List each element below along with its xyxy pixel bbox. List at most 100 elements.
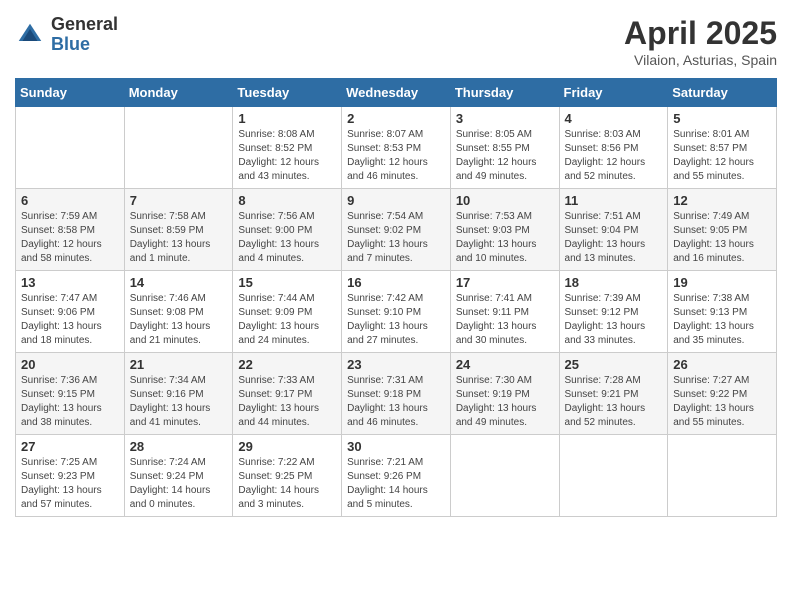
logo: General Blue — [15, 15, 118, 55]
calendar-cell: 28 Sunrise: 7:24 AMSunset: 9:24 PMDayligh… — [124, 435, 233, 517]
calendar-cell: 12 Sunrise: 7:49 AMSunset: 9:05 PMDayligh… — [668, 189, 777, 271]
day-number: 7 — [130, 193, 228, 208]
calendar-cell — [124, 107, 233, 189]
day-detail: Sunrise: 7:58 AMSunset: 8:59 PMDaylight:… — [130, 210, 228, 266]
calendar-cell: 24 Sunrise: 7:30 AMSunset: 9:19 PMDayligh… — [450, 353, 559, 435]
calendar-cell: 17 Sunrise: 7:41 AMSunset: 9:11 PMDayligh… — [450, 271, 559, 353]
day-number: 27 — [21, 439, 119, 454]
title-area: April 2025 Vilaion, Asturias, Spain — [624, 15, 777, 68]
header-sunday: Sunday — [16, 79, 125, 107]
day-detail: Sunrise: 7:24 AMSunset: 9:24 PMDaylight:… — [130, 456, 228, 512]
day-detail: Sunrise: 8:07 AMSunset: 8:53 PMDaylight:… — [347, 128, 445, 184]
day-detail: Sunrise: 8:08 AMSunset: 8:52 PMDaylight:… — [238, 128, 336, 184]
calendar-cell: 16Sunrise: 7:42 AMSunset: 9:10 PMDayligh… — [342, 271, 451, 353]
header-wednesday: Wednesday — [342, 79, 451, 107]
day-detail: Sunrise: 7:42 AMSunset: 9:10 PMDaylight:… — [347, 292, 445, 348]
day-number: 24 — [456, 357, 554, 372]
day-number: 5 — [673, 111, 771, 126]
calendar-cell: 4 Sunrise: 8:03 AMSunset: 8:56 PMDaylight… — [559, 107, 668, 189]
day-number: 11 — [565, 193, 663, 208]
calendar-cell: 5 Sunrise: 8:01 AMSunset: 8:57 PMDaylight… — [668, 107, 777, 189]
day-detail: Sunrise: 7:33 AMSunset: 9:17 PMDaylight:… — [238, 374, 336, 430]
logo-blue: Blue — [51, 35, 118, 55]
day-number: 25 — [565, 357, 663, 372]
calendar-cell: 19Sunrise: 7:38 AMSunset: 9:13 PMDayligh… — [668, 271, 777, 353]
day-number: 19 — [673, 275, 771, 290]
day-number: 26 — [673, 357, 771, 372]
calendar-cell: 29 Sunrise: 7:22 AMSunset: 9:25 PMDayligh… — [233, 435, 342, 517]
day-number: 28 — [130, 439, 228, 454]
day-detail: Sunrise: 7:28 AMSunset: 9:21 PMDaylight:… — [565, 374, 663, 430]
logo-general: General — [51, 15, 118, 35]
day-detail: Sunrise: 7:49 AMSunset: 9:05 PMDaylight:… — [673, 210, 771, 266]
day-detail: Sunrise: 7:22 AMSunset: 9:25 PMDaylight:… — [238, 456, 336, 512]
day-number: 18 — [565, 275, 663, 290]
calendar-week-row: 6 Sunrise: 7:59 AMSunset: 8:58 PMDaylight… — [16, 189, 777, 271]
day-number: 10 — [456, 193, 554, 208]
day-detail: Sunrise: 7:59 AMSunset: 8:58 PMDaylight:… — [21, 210, 119, 266]
day-detail: Sunrise: 7:36 AMSunset: 9:15 PMDaylight:… — [21, 374, 119, 430]
calendar-week-row: 13Sunrise: 7:47 AMSunset: 9:06 PMDayligh… — [16, 271, 777, 353]
day-number: 22 — [238, 357, 336, 372]
day-number: 1 — [238, 111, 336, 126]
calendar-cell: 22 Sunrise: 7:33 AMSunset: 9:17 PMDayligh… — [233, 353, 342, 435]
calendar-cell — [668, 435, 777, 517]
day-detail: Sunrise: 7:46 AMSunset: 9:08 PMDaylight:… — [130, 292, 228, 348]
day-detail: Sunrise: 7:39 AMSunset: 9:12 PMDaylight:… — [565, 292, 663, 348]
day-detail: Sunrise: 7:44 AMSunset: 9:09 PMDaylight:… — [238, 292, 336, 348]
day-number: 2 — [347, 111, 445, 126]
calendar-cell: 11 Sunrise: 7:51 AMSunset: 9:04 PMDayligh… — [559, 189, 668, 271]
day-number: 4 — [565, 111, 663, 126]
day-number: 6 — [21, 193, 119, 208]
calendar-week-row: 1 Sunrise: 8:08 AMSunset: 8:52 PMDaylight… — [16, 107, 777, 189]
day-number: 14 — [130, 275, 228, 290]
calendar-cell: 15 Sunrise: 7:44 AMSunset: 9:09 PMDayligh… — [233, 271, 342, 353]
calendar-cell: 25 Sunrise: 7:28 AMSunset: 9:21 PMDayligh… — [559, 353, 668, 435]
day-detail: Sunrise: 7:30 AMSunset: 9:19 PMDaylight:… — [456, 374, 554, 430]
day-number: 21 — [130, 357, 228, 372]
day-detail: Sunrise: 7:56 AMSunset: 9:00 PMDaylight:… — [238, 210, 336, 266]
day-detail: Sunrise: 8:05 AMSunset: 8:55 PMDaylight:… — [456, 128, 554, 184]
header-thursday: Thursday — [450, 79, 559, 107]
day-detail: Sunrise: 7:41 AMSunset: 9:11 PMDaylight:… — [456, 292, 554, 348]
calendar-cell: 14 Sunrise: 7:46 AMSunset: 9:08 PMDayligh… — [124, 271, 233, 353]
logo-text: General Blue — [51, 15, 118, 55]
calendar-cell: 27 Sunrise: 7:25 AMSunset: 9:23 PMDayligh… — [16, 435, 125, 517]
day-number: 9 — [347, 193, 445, 208]
calendar-week-row: 20 Sunrise: 7:36 AMSunset: 9:15 PMDayligh… — [16, 353, 777, 435]
calendar-cell: 8 Sunrise: 7:56 AMSunset: 9:00 PMDaylight… — [233, 189, 342, 271]
logo-icon — [15, 20, 45, 50]
day-detail: Sunrise: 8:01 AMSunset: 8:57 PMDaylight:… — [673, 128, 771, 184]
calendar-week-row: 27 Sunrise: 7:25 AMSunset: 9:23 PMDayligh… — [16, 435, 777, 517]
calendar-cell: 30Sunrise: 7:21 AMSunset: 9:26 PMDayligh… — [342, 435, 451, 517]
day-detail: Sunrise: 8:03 AMSunset: 8:56 PMDaylight:… — [565, 128, 663, 184]
calendar-cell: 21Sunrise: 7:34 AMSunset: 9:16 PMDayligh… — [124, 353, 233, 435]
day-number: 13 — [21, 275, 119, 290]
day-number: 15 — [238, 275, 336, 290]
day-detail: Sunrise: 7:51 AMSunset: 9:04 PMDaylight:… — [565, 210, 663, 266]
calendar-cell: 6 Sunrise: 7:59 AMSunset: 8:58 PMDaylight… — [16, 189, 125, 271]
day-number: 29 — [238, 439, 336, 454]
calendar-cell: 2 Sunrise: 8:07 AMSunset: 8:53 PMDaylight… — [342, 107, 451, 189]
calendar-cell: 1 Sunrise: 8:08 AMSunset: 8:52 PMDaylight… — [233, 107, 342, 189]
calendar-cell: 9 Sunrise: 7:54 AMSunset: 9:02 PMDaylight… — [342, 189, 451, 271]
calendar-cell — [16, 107, 125, 189]
day-detail: Sunrise: 7:25 AMSunset: 9:23 PMDaylight:… — [21, 456, 119, 512]
day-detail: Sunrise: 7:31 AMSunset: 9:18 PMDaylight:… — [347, 374, 445, 430]
day-number: 23 — [347, 357, 445, 372]
day-number: 3 — [456, 111, 554, 126]
header-friday: Friday — [559, 79, 668, 107]
calendar-cell: 26Sunrise: 7:27 AMSunset: 9:22 PMDayligh… — [668, 353, 777, 435]
day-number: 20 — [21, 357, 119, 372]
header: General Blue April 2025 Vilaion, Asturia… — [15, 15, 777, 68]
day-detail: Sunrise: 7:54 AMSunset: 9:02 PMDaylight:… — [347, 210, 445, 266]
calendar-header-row: Sunday Monday Tuesday Wednesday Thursday… — [16, 79, 777, 107]
header-saturday: Saturday — [668, 79, 777, 107]
day-detail: Sunrise: 7:53 AMSunset: 9:03 PMDaylight:… — [456, 210, 554, 266]
header-tuesday: Tuesday — [233, 79, 342, 107]
day-number: 12 — [673, 193, 771, 208]
day-number: 8 — [238, 193, 336, 208]
day-number: 17 — [456, 275, 554, 290]
day-detail: Sunrise: 7:21 AMSunset: 9:26 PMDaylight:… — [347, 456, 445, 512]
calendar-cell: 20 Sunrise: 7:36 AMSunset: 9:15 PMDayligh… — [16, 353, 125, 435]
